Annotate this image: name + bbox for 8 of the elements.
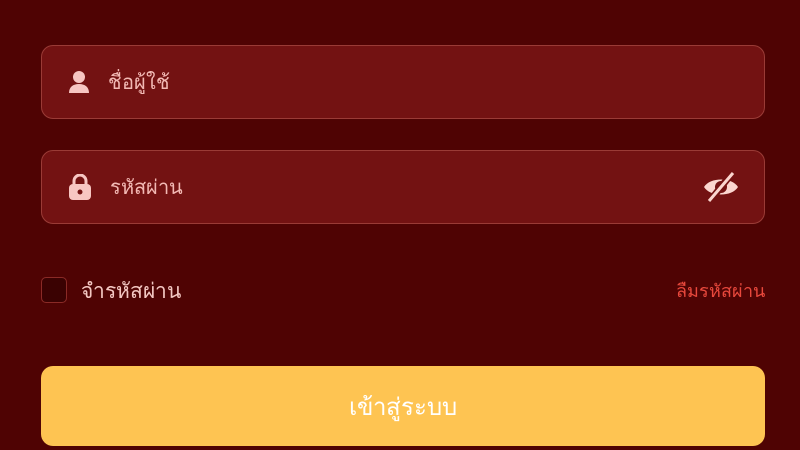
eye-slash-icon[interactable]: [702, 170, 740, 204]
password-field[interactable]: รหัสผ่าน: [41, 150, 765, 224]
remember-checkbox[interactable]: [41, 277, 67, 303]
user-icon: [68, 70, 90, 94]
remember-label: จำรหัสผ่าน: [81, 278, 181, 304]
forgot-password-link[interactable]: ลืมรหัสผ่าน: [676, 276, 765, 304]
lock-icon: [68, 174, 92, 200]
password-input[interactable]: รหัสผ่าน: [108, 174, 686, 200]
